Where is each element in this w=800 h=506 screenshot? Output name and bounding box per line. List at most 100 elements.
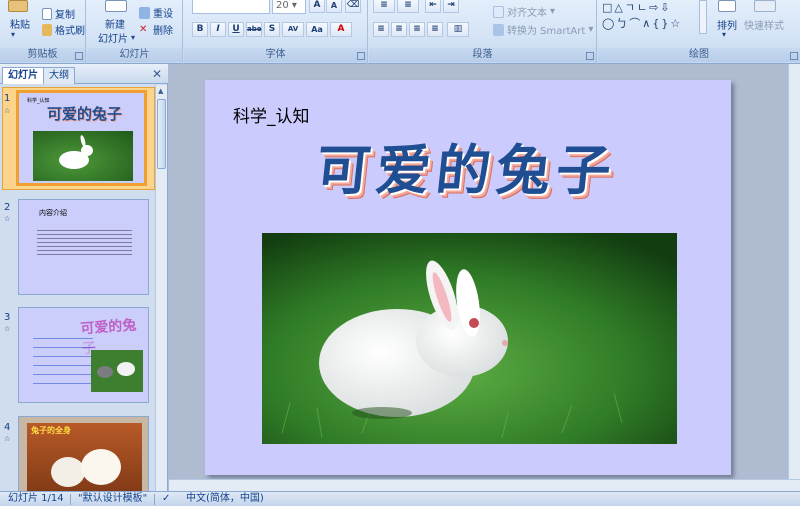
slide-subtitle[interactable]: 科学_认知 [233, 102, 310, 127]
spell-check-icon[interactable]: ✓ [162, 492, 170, 506]
strikethrough-button[interactable]: abe [246, 22, 262, 37]
shapes-scroll[interactable] [699, 0, 707, 34]
thumb-text-block [37, 228, 132, 258]
current-slide[interactable]: 科学_认知 可爱的兔子 [205, 80, 731, 475]
underline-button[interactable]: U [228, 22, 244, 37]
drawing-group: □△ㄱㄴ⇨⇩ ◯ㄅ⌒∧{}☆ 排列 ▾ 快速样式 绘图 [598, 0, 800, 64]
font-group: 20 ▾ A A ⌫ B I U abe S AV Aa A 字体 [184, 0, 368, 64]
font-launcher-icon[interactable] [357, 52, 365, 60]
align-text-button[interactable]: 对齐文本 ▾ [493, 4, 555, 19]
slide-counter: 幻灯片 1/14 [8, 493, 64, 504]
thumb-title: 可爱的兔子 [47, 105, 123, 123]
clear-format-button[interactable]: ⌫ [345, 0, 361, 13]
thumbnail-slide-3[interactable]: 可爱的兔子 [18, 307, 149, 403]
delete-button[interactable]: ✕ 删除 [139, 22, 173, 37]
justify-button[interactable]: ≡ [427, 22, 443, 37]
thumb-title: 兔子的全身 [31, 426, 71, 435]
convert-smartart-button[interactable]: 转换为 SmartArt ▾ [493, 22, 593, 37]
status-divider [154, 494, 155, 505]
paste-icon[interactable] [8, 0, 28, 12]
new-slide-icon [105, 0, 127, 12]
paragraph-group-label: 段落 [369, 48, 596, 62]
scroll-up-icon[interactable]: ▲ [158, 87, 165, 95]
rabbit-shape [117, 362, 135, 376]
editor-vertical-scrollbar[interactable] [788, 64, 800, 479]
new-slide-dropdown[interactable]: 幻灯片 ▾ [98, 30, 135, 45]
arrange-dropdown-icon[interactable]: ▾ [722, 30, 726, 39]
decrease-indent-button[interactable]: ⇤ [425, 0, 441, 13]
font-size-field[interactable]: 20 ▾ [272, 0, 306, 14]
smartart-icon [493, 23, 504, 36]
slide-number: 2 [4, 202, 11, 213]
arrange-icon [718, 0, 736, 12]
tab-outline[interactable]: 大纲 [43, 67, 75, 84]
chevron-down-icon: ▾ [131, 33, 136, 42]
thumbnail-slide-4[interactable]: 兔子的全身 [18, 416, 149, 491]
scrollbar-thumb[interactable] [157, 99, 166, 169]
numbering-button[interactable]: ≡ [397, 0, 419, 13]
animation-star-icon: ☆ [4, 107, 11, 115]
thumb-photo [33, 131, 133, 181]
bold-button[interactable]: B [192, 22, 208, 37]
new-slide-button[interactable]: 新建 [105, 16, 125, 31]
thumb-photo: 兔子的全身 [27, 423, 142, 491]
language-indicator[interactable]: 中文(简体，中国) [186, 492, 264, 506]
arrange-button[interactable]: 排列 [717, 17, 737, 32]
theme-name[interactable]: "默认设计模板" [78, 492, 147, 506]
shapes-gallery[interactable]: □△ㄱㄴ⇨⇩ ◯ㄅ⌒∧{}☆ [602, 0, 698, 34]
clipboard-group-label: 剪贴板 [0, 48, 85, 62]
quick-styles-icon [754, 0, 776, 12]
slide-number: 1 [4, 93, 11, 104]
change-case-button[interactable]: Aa [306, 22, 328, 37]
status-divider [70, 494, 71, 505]
rabbit-shape [97, 366, 113, 378]
editor-horizontal-scrollbar[interactable] [169, 479, 800, 491]
thumbnail-list: 1 ☆ 科学_认知 可爱的兔子 2 ☆ 内容介绍 3 ☆ 可爱的兔子 4 ☆ 兔… [0, 85, 155, 491]
italic-button[interactable]: I [210, 22, 226, 37]
font-color-button[interactable]: A [330, 22, 352, 37]
font-name-field[interactable] [192, 0, 270, 14]
slide-editor: 科学_认知 可爱的兔子 [169, 64, 800, 491]
chevron-down-icon: ▾ [588, 24, 594, 35]
rabbit-ear [79, 134, 87, 148]
thumb-link-list [33, 334, 93, 384]
paste-dropdown-icon[interactable]: ▾ [11, 30, 15, 39]
thumbnail-slide-2[interactable]: 内容介绍 [18, 199, 149, 295]
paragraph-group: ≡ ≡ ⇤ ⇥ ≡ ≡ ≡ ≡ ▥ 对齐文本 ▾ 转换为 SmartArt ▾ 段落 [369, 0, 597, 64]
font-group-label: 字体 [184, 48, 367, 62]
reset-icon [139, 6, 150, 19]
paste-button[interactable]: 粘贴 [10, 16, 30, 31]
align-left-button[interactable]: ≡ [373, 22, 389, 37]
slide-title[interactable]: 可爱的兔子 [313, 126, 621, 205]
quick-styles-button[interactable]: 快速样式 [744, 17, 784, 32]
paragraph-launcher-icon[interactable] [586, 52, 594, 60]
status-bar: 幻灯片 1/14 "默认设计模板" ✓ 中文(简体，中国) [0, 491, 800, 506]
animation-star-icon: ☆ [4, 325, 11, 333]
rabbit-shape [51, 457, 85, 487]
align-right-button[interactable]: ≡ [409, 22, 425, 37]
columns-button[interactable]: ▥ [447, 22, 469, 37]
rabbit-photo[interactable] [262, 233, 677, 444]
slide-number: 4 [4, 422, 11, 433]
increase-indent-button[interactable]: ⇥ [443, 0, 459, 13]
thumbnail-scrollbar[interactable]: ▲ [155, 85, 167, 491]
grow-font-button[interactable]: A [309, 0, 325, 13]
shrink-font-button[interactable]: A [326, 0, 342, 13]
drawing-launcher-icon[interactable] [790, 52, 798, 60]
slides-pane: 幻灯片 大纲 ✕ 1 ☆ 科学_认知 可爱的兔子 2 ☆ 内容介绍 3 ☆ 可爱… [0, 64, 168, 491]
text-shadow-button[interactable]: S [264, 22, 280, 37]
align-center-button[interactable]: ≡ [391, 22, 407, 37]
reset-button[interactable]: 重设 [139, 5, 173, 20]
format-painter-button[interactable]: 格式刷 [42, 22, 85, 37]
align-text-icon [493, 5, 504, 18]
animation-star-icon: ☆ [4, 215, 11, 223]
close-pane-icon[interactable]: ✕ [152, 67, 162, 81]
tab-slides[interactable]: 幻灯片 [2, 67, 44, 84]
clipboard-launcher-icon[interactable] [75, 52, 83, 60]
thumbnail-slide-1[interactable]: 科学_认知 可爱的兔子 [16, 90, 147, 186]
rabbit-image [262, 233, 677, 444]
copy-button[interactable]: 复制 [42, 6, 75, 21]
slides-group: 新建 幻灯片 ▾ 重设 ✕ 删除 幻灯片 [87, 0, 183, 64]
char-spacing-button[interactable]: AV [282, 22, 304, 37]
bullets-button[interactable]: ≡ [373, 0, 395, 13]
